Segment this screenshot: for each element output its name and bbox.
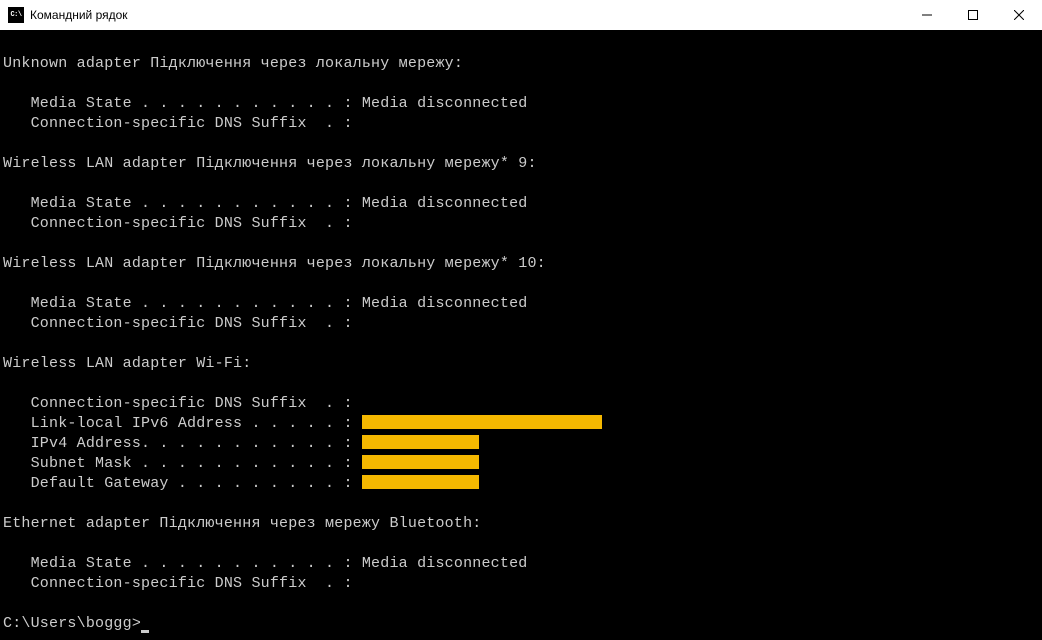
terminal-output[interactable]: Unknown adapter Підключення через локаль… — [0, 30, 1042, 640]
terminal-line: Media State . . . . . . . . . . . : Medi… — [3, 554, 1042, 574]
terminal-line — [3, 34, 1042, 54]
terminal-line: Connection-specific DNS Suffix . : — [3, 394, 1042, 414]
terminal-line: Media State . . . . . . . . . . . : Medi… — [3, 94, 1042, 114]
terminal-line: Wireless LAN adapter Підключення через л… — [3, 154, 1042, 174]
terminal-line: Unknown adapter Підключення через локаль… — [3, 54, 1042, 74]
terminal-line — [3, 534, 1042, 554]
terminal-line — [3, 594, 1042, 614]
terminal-line — [3, 374, 1042, 394]
cmd-icon: C:\ — [8, 7, 24, 23]
redacted-value — [362, 455, 479, 469]
terminal-line: Connection-specific DNS Suffix . : — [3, 574, 1042, 594]
close-button[interactable] — [996, 0, 1042, 30]
terminal-line: Connection-specific DNS Suffix . : — [3, 114, 1042, 134]
terminal-line — [3, 74, 1042, 94]
terminal-line: Media State . . . . . . . . . . . : Medi… — [3, 194, 1042, 214]
window-title: Командний рядок — [30, 8, 128, 22]
redacted-value — [362, 435, 479, 449]
titlebar[interactable]: C:\ Командний рядок — [0, 0, 1042, 30]
minimize-button[interactable] — [904, 0, 950, 30]
terminal-line — [3, 234, 1042, 254]
terminal-line: Media State . . . . . . . . . . . : Medi… — [3, 294, 1042, 314]
redacted-value — [362, 415, 602, 429]
redacted-value — [362, 475, 479, 489]
cursor — [141, 630, 149, 633]
terminal-line: Default Gateway . . . . . . . . . : — [3, 474, 1042, 494]
terminal-line — [3, 134, 1042, 154]
terminal-line — [3, 334, 1042, 354]
terminal-line — [3, 494, 1042, 514]
window-controls — [904, 0, 1042, 30]
terminal-line: Subnet Mask . . . . . . . . . . . : — [3, 454, 1042, 474]
terminal-line: Link-local IPv6 Address . . . . . : — [3, 414, 1042, 434]
terminal-line — [3, 174, 1042, 194]
terminal-line: IPv4 Address. . . . . . . . . . . : — [3, 434, 1042, 454]
cmd-icon-text: C:\ — [10, 11, 21, 19]
terminal-line: Connection-specific DNS Suffix . : — [3, 314, 1042, 334]
terminal-line: Ethernet adapter Підключення через мереж… — [3, 514, 1042, 534]
terminal-line: Wireless LAN adapter Wi-Fi: — [3, 354, 1042, 374]
maximize-button[interactable] — [950, 0, 996, 30]
terminal-line: Wireless LAN adapter Підключення через л… — [3, 254, 1042, 274]
terminal-line — [3, 274, 1042, 294]
terminal-line: Connection-specific DNS Suffix . : — [3, 214, 1042, 234]
terminal-line: C:\Users\boggg> — [3, 614, 1042, 634]
